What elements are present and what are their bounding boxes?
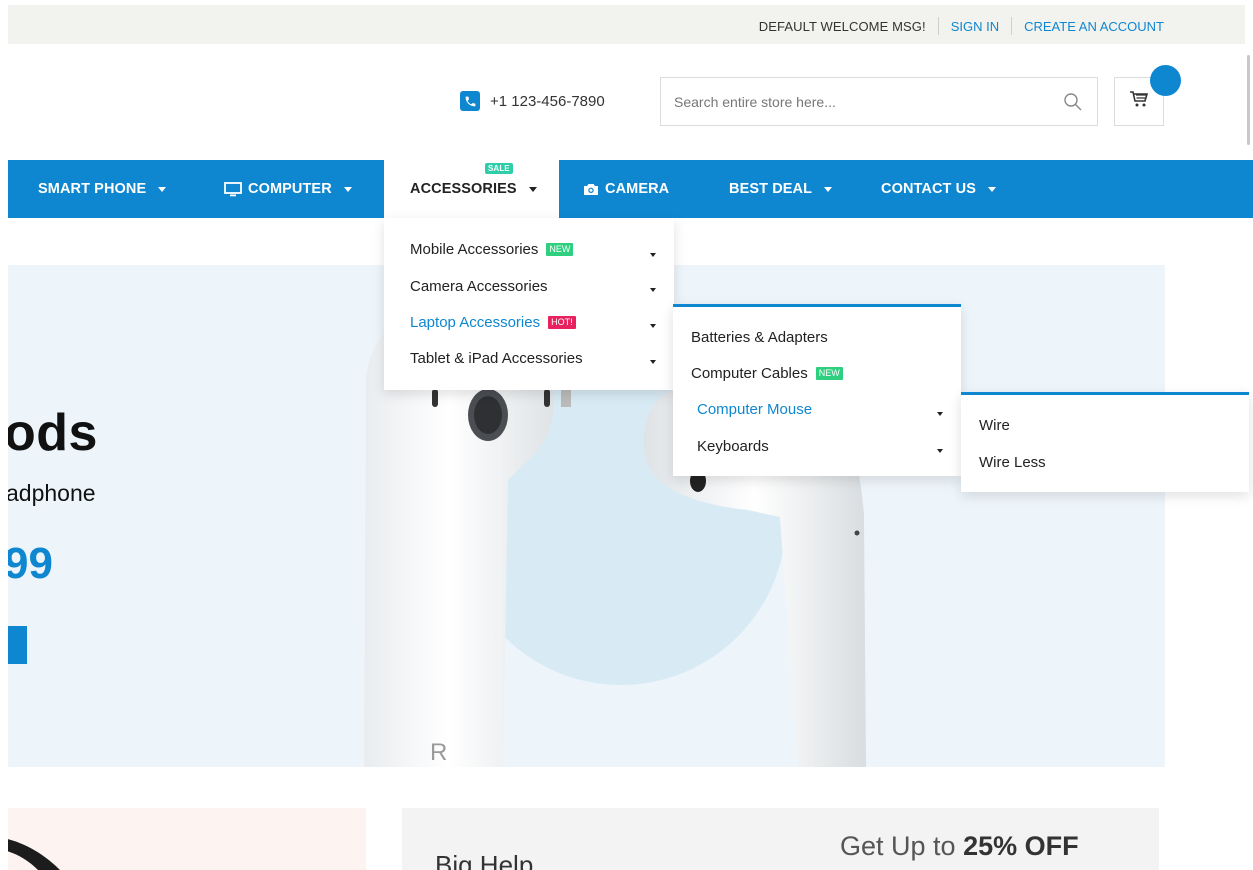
banner-heading: Big Help <box>435 850 534 870</box>
menu-label: Camera Accessories <box>410 278 548 295</box>
chevron-down-icon <box>987 186 996 192</box>
search-box <box>660 77 1098 126</box>
chevron-down-icon <box>528 186 537 192</box>
nav-label: COMPUTER <box>248 181 332 197</box>
accessories-dropdown: Mobile Accessories NEW Camera Accessorie… <box>384 218 674 390</box>
menu-item-mobile-accessories[interactable]: Mobile Accessories NEW <box>410 241 574 258</box>
chevron-down-icon <box>937 412 943 416</box>
nav-computer[interactable]: COMPUTER <box>224 160 352 218</box>
monitor-icon <box>224 181 242 197</box>
divider <box>937 17 939 35</box>
shop-now-button[interactable] <box>8 626 27 664</box>
promo-discount: 25% OFF <box>963 831 1079 861</box>
hot-badge: HOT! <box>548 316 576 329</box>
search-icon[interactable] <box>1063 92 1083 112</box>
menu-label: Computer Mouse <box>697 401 813 418</box>
menu-item-keyboards[interactable]: Keyboards <box>697 438 769 455</box>
cart-count-badge <box>1150 65 1181 96</box>
nav-label: CAMERA <box>605 181 670 197</box>
submenu-top-border <box>961 392 1249 395</box>
hero-title: ods <box>8 404 98 462</box>
menu-label: Mobile Accessories <box>410 241 539 258</box>
chevron-down-icon <box>937 449 943 453</box>
menu-item-computer-mouse[interactable]: Computer Mouse <box>697 401 812 418</box>
scrollbar[interactable] <box>1247 55 1250 145</box>
menu-label: Computer Cables <box>691 365 808 382</box>
headphone-image <box>8 839 60 870</box>
nav-best-deal[interactable]: BEST DEAL <box>729 160 833 218</box>
main-navigation: SMART PHONE COMPUTER ACCESSORIES SALE CA… <box>8 160 1253 218</box>
promo-prefix: Get Up to <box>840 831 964 861</box>
submenu-top-border <box>673 304 961 307</box>
chevron-down-icon <box>343 186 352 192</box>
new-badge: NEW <box>815 367 843 380</box>
create-account-link[interactable]: CREATE AN ACCOUNT <box>1024 19 1164 34</box>
menu-item-batteries-adapters[interactable]: Batteries & Adapters <box>691 329 828 346</box>
divider <box>1011 17 1013 35</box>
nav-contact-us[interactable]: CONTACT US <box>881 160 996 218</box>
chevron-down-icon <box>650 253 656 257</box>
nav-smart-phone[interactable]: SMART PHONE <box>38 160 167 218</box>
chevron-down-icon <box>650 324 656 328</box>
menu-item-computer-cables[interactable]: Computer Cables NEW <box>691 365 843 382</box>
nav-label: ACCESSORIES <box>410 181 517 197</box>
chevron-down-icon <box>824 186 833 192</box>
menu-label: Wire <box>979 417 1010 434</box>
phone-contact[interactable]: +1 123-456-7890 <box>460 91 605 111</box>
menu-item-camera-accessories[interactable]: Camera Accessories <box>410 278 548 295</box>
nav-label: BEST DEAL <box>729 181 813 197</box>
hero-subtitle: adphone <box>8 480 96 506</box>
menu-item-tablet-ipad-accessories[interactable]: Tablet & iPad Accessories <box>410 350 583 367</box>
menu-label: Laptop Accessories <box>410 314 541 331</box>
cart-icon <box>1129 90 1149 113</box>
menu-label: Keyboards <box>697 438 769 455</box>
promo-banner-right[interactable]: Big Help Get Up to 25% OFF <box>402 808 1159 870</box>
nav-label: CONTACT US <box>881 181 976 197</box>
computer-mouse-submenu: Wire Wire Less <box>961 392 1249 492</box>
header: +1 123-456-7890 <box>0 44 1253 159</box>
nav-camera[interactable]: CAMERA <box>583 160 669 218</box>
laptop-accessories-submenu: Batteries & Adapters Computer Cables NEW… <box>673 304 961 476</box>
welcome-message: DEFAULT WELCOME MSG! <box>758 18 926 34</box>
top-links: DEFAULT WELCOME MSG! SIGN IN CREATE AN A… <box>759 17 1164 35</box>
chevron-down-icon <box>650 360 656 364</box>
menu-item-laptop-accessories[interactable]: Laptop Accessories HOT! <box>410 314 576 331</box>
menu-label: Tablet & iPad Accessories <box>410 350 583 367</box>
camera-icon <box>583 182 599 196</box>
phone-number: +1 123-456-7890 <box>490 92 605 110</box>
new-badge: NEW <box>546 243 574 256</box>
nav-accessories[interactable]: ACCESSORIES SALE <box>384 160 559 218</box>
menu-item-wire[interactable]: Wire <box>979 417 1010 434</box>
chevron-down-icon <box>158 186 167 192</box>
phone-icon <box>460 91 480 111</box>
chevron-down-icon <box>650 288 656 292</box>
menu-label: Batteries & Adapters <box>691 329 828 346</box>
nav-label: SMART PHONE <box>38 181 147 197</box>
sign-in-link[interactable]: SIGN IN <box>951 19 999 34</box>
sale-badge: SALE <box>485 163 513 174</box>
case-letter: R <box>430 739 447 766</box>
promo-banner-left[interactable] <box>8 808 366 870</box>
hero-price: 99 <box>8 539 53 588</box>
menu-item-wire-less[interactable]: Wire Less <box>979 454 1046 471</box>
search-input[interactable] <box>661 78 1041 125</box>
menu-label: Wire Less <box>979 454 1046 471</box>
top-bar: DEFAULT WELCOME MSG! SIGN IN CREATE AN A… <box>8 5 1245 44</box>
promo-text: Get Up to 25% OFF <box>840 831 1079 862</box>
